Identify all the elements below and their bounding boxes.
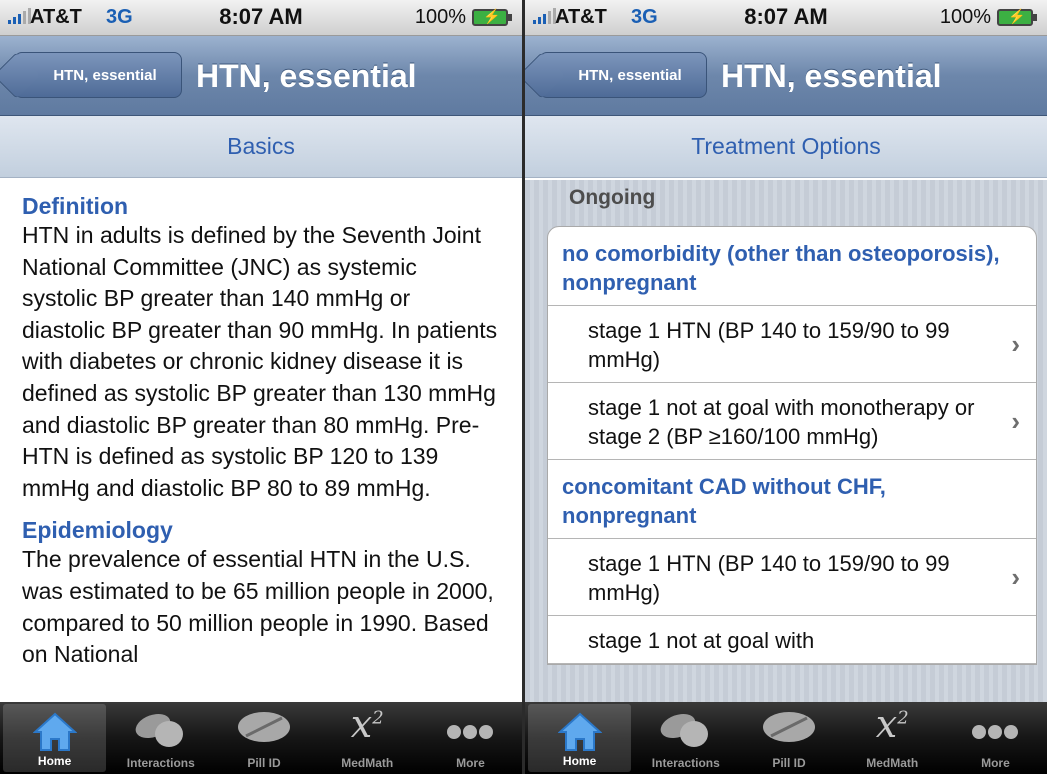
tab-label: Home <box>562 754 597 768</box>
status-bar: AT&T 3G 8:07 AM 100% ⚡ <box>525 0 1047 36</box>
table-row[interactable]: stage 1 not at goal with monotherapy or … <box>548 383 1036 460</box>
tab-pill-id[interactable]: Pill ID <box>212 702 315 774</box>
tab-label: Interactions <box>126 756 195 770</box>
pills-icon <box>660 713 708 747</box>
pill-icon <box>763 712 815 742</box>
back-button[interactable]: HTN, essential <box>14 52 182 98</box>
tab-label: Pill ID <box>772 756 806 770</box>
tab-bar: Home Interactions Pill ID x2 MedMath Mor… <box>0 702 522 774</box>
row-label: stage 1 not at goal with monotherapy or … <box>588 395 975 449</box>
battery-charging-icon: ⚡ <box>997 8 1037 26</box>
article-content: Definition HTN in adults is defined by t… <box>0 180 522 702</box>
row-label: stage 1 HTN (BP 140 to 159/90 to 99 mmHg… <box>588 318 950 372</box>
tab-label: MedMath <box>866 756 919 770</box>
navigation-bar: HTN, essential HTN, essential <box>0 36 522 116</box>
table-section-heading: no comorbidity (other than osteoporosis)… <box>548 227 1036 306</box>
tab-home[interactable]: Home <box>3 704 107 772</box>
chevron-right-icon: › <box>1011 562 1020 592</box>
home-icon <box>32 712 77 751</box>
nav-title: HTN, essential <box>196 58 417 94</box>
table-section-heading: concomitant CAD without CHF, nonpregnant <box>548 460 1036 539</box>
row-label: stage 1 HTN (BP 140 to 159/90 to 99 mmHg… <box>588 551 950 605</box>
tab-label: More <box>981 756 1010 770</box>
section-body: The prevalence of essential HTN in the U… <box>22 546 494 668</box>
more-dots-icon <box>972 725 1019 739</box>
navigation-bar: HTN, essential HTN, essential <box>525 36 1047 116</box>
math-icon: x2 <box>350 702 384 746</box>
tab-label: Home <box>37 754 72 768</box>
table-row[interactable]: stage 1 HTN (BP 140 to 159/90 to 99 mmHg… <box>548 539 1036 616</box>
group-label: Ongoing <box>569 186 656 209</box>
back-button-label: HTN, essential <box>578 66 682 84</box>
chevron-right-icon: › <box>1011 329 1020 359</box>
back-button-label: HTN, essential <box>53 66 157 84</box>
battery-percent: 100% <box>414 6 466 28</box>
back-button[interactable]: HTN, essential <box>539 52 707 98</box>
table-row[interactable]: stage 1 not at goal with <box>548 616 1036 664</box>
tab-label: Pill ID <box>247 756 281 770</box>
tab-medmath[interactable]: x2 MedMath <box>316 702 419 774</box>
more-dots-icon <box>447 725 494 739</box>
home-icon <box>557 712 602 751</box>
pills-icon <box>135 713 183 747</box>
nav-title: HTN, essential <box>721 58 942 94</box>
pill-icon <box>238 712 290 742</box>
treatment-list: Ongoing no comorbidity (other than osteo… <box>525 180 1047 702</box>
battery-charging-icon: ⚡ <box>472 8 512 26</box>
section-header: Treatment Options <box>525 116 1047 178</box>
phone-screen-basics: AT&T 3G 8:07 AM 100% ⚡ HTN, essential HT… <box>0 0 522 774</box>
tab-interactions[interactable]: Interactions <box>634 702 737 774</box>
grouped-table: no comorbidity (other than osteoporosis)… <box>547 226 1037 665</box>
tab-bar: Home Interactions Pill ID x2 MedMath Mor… <box>525 702 1047 774</box>
section-heading: Epidemiology <box>22 517 173 544</box>
section-body: HTN in adults is defined by the Seventh … <box>22 222 498 501</box>
section-heading: Definition <box>22 193 129 219</box>
row-label: stage 1 not at goal with <box>588 628 815 653</box>
tab-more[interactable]: More <box>944 702 1047 774</box>
chevron-right-icon: › <box>1011 406 1020 436</box>
tab-label: Interactions <box>651 756 720 770</box>
section-header: Basics <box>0 116 522 178</box>
status-bar: AT&T 3G 8:07 AM 100% ⚡ <box>0 0 522 36</box>
math-icon: x2 <box>875 702 909 746</box>
tab-pill-id[interactable]: Pill ID <box>737 702 840 774</box>
tab-medmath[interactable]: x2 MedMath <box>841 702 944 774</box>
tab-interactions[interactable]: Interactions <box>109 702 212 774</box>
phone-screen-treatment: AT&T 3G 8:07 AM 100% ⚡ HTN, essential HT… <box>525 0 1047 774</box>
battery-percent: 100% <box>939 6 991 28</box>
tab-home[interactable]: Home <box>528 704 632 772</box>
tab-more[interactable]: More <box>419 702 522 774</box>
tab-label: MedMath <box>341 756 394 770</box>
tab-label: More <box>456 756 485 770</box>
table-row[interactable]: stage 1 HTN (BP 140 to 159/90 to 99 mmHg… <box>548 306 1036 383</box>
